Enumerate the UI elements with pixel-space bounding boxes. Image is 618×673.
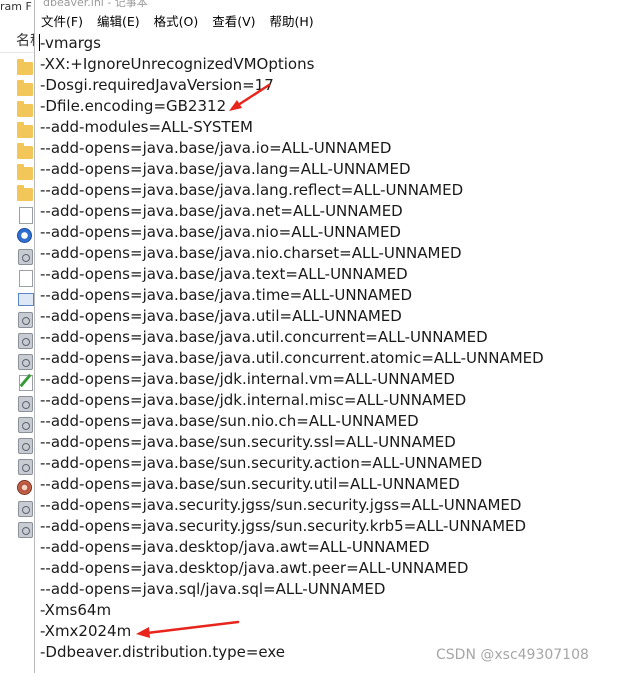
settings-file-icon[interactable] [18, 417, 33, 433]
editor-line: --add-opens=java.base/java.text=ALL-UNNA… [40, 265, 408, 283]
folder-icon[interactable] [17, 164, 33, 180]
settings-file-icon[interactable] [18, 459, 33, 475]
app-icon[interactable] [17, 228, 32, 243]
window-title-bar[interactable]: dbeaver.ini - 记事本 [35, 0, 618, 10]
text-editor-area[interactable]: -vmargs -XX:+IgnoreUnrecognizedVMOptions… [35, 32, 618, 673]
editor-line: --add-opens=java.base/sun.nio.ch=ALL-UNN… [40, 412, 419, 430]
editor-line: -Ddbeaver.distribution.type=exe [40, 643, 286, 661]
editor-line: --add-opens=java.base/java.lang=ALL-UNNA… [40, 160, 411, 178]
window-file-icon[interactable] [18, 293, 34, 306]
explorer-header-divider [0, 52, 34, 53]
editor-line: --add-opens=java.base/sun.security.util=… [40, 475, 460, 493]
editor-line: --add-opens=java.base/jdk.internal.misc=… [40, 391, 467, 409]
editor-line: --add-opens=java.base/jdk.internal.vm=AL… [40, 370, 455, 388]
editor-line: -vmargs [40, 34, 101, 52]
menu-help[interactable]: 帮助(H) [264, 11, 320, 32]
menu-file[interactable]: 文件(F) [35, 11, 89, 32]
settings-file-icon[interactable] [18, 438, 33, 454]
editor-line: --add-opens=java.sql/java.sql=ALL-UNNAME… [40, 580, 386, 598]
menu-format[interactable]: 格式(O) [148, 11, 205, 32]
explorer-title-fragment: ram F [0, 0, 32, 13]
settings-file-icon[interactable] [18, 354, 33, 370]
editor-line: --add-opens=java.base/sun.security.actio… [40, 454, 483, 472]
folder-icon[interactable] [17, 143, 33, 159]
editor-line: --add-opens=java.security.jgss/sun.secur… [40, 517, 527, 535]
editor-line: --add-opens=java.base/java.util=ALL-UNNA… [40, 307, 402, 325]
editor-line: --add-opens=java.base/java.nio.charset=A… [40, 244, 462, 262]
watermark: CSDN @xsc49307108 [436, 647, 589, 663]
editor-line: --add-opens=java.desktop/java.awt.peer=A… [40, 559, 469, 577]
app-icon[interactable] [17, 480, 32, 495]
editor-line: -XX:+IgnoreUnrecognizedVMOptions [40, 55, 315, 73]
settings-file-icon[interactable] [18, 312, 33, 328]
editor-line: --add-opens=java.base/java.util.concurre… [40, 349, 544, 367]
settings-file-icon[interactable] [18, 522, 33, 538]
folder-icon[interactable] [17, 80, 33, 96]
editor-line: --add-opens=java.base/java.util.concurre… [40, 328, 488, 346]
notepad-window: dbeaver.ini - 记事本 文件(F) 编辑(E) 格式(O) 查看(V… [34, 0, 618, 673]
editor-line: --add-modules=ALL-SYSTEM [40, 118, 253, 136]
folder-icon[interactable] [17, 101, 33, 117]
settings-file-icon[interactable] [18, 333, 33, 349]
text-cursor [39, 34, 40, 51]
folder-icon[interactable] [17, 185, 33, 201]
editor-line: -Dosgi.requiredJavaVersion=17 [40, 76, 274, 94]
file-explorer-background: ram F 名称 [0, 0, 34, 673]
menu-view[interactable]: 查看(V) [206, 11, 261, 32]
editor-line: --add-opens=java.base/sun.security.ssl=A… [40, 433, 456, 451]
folder-icon[interactable] [17, 59, 33, 75]
file-icon[interactable] [19, 270, 33, 287]
settings-file-icon[interactable] [18, 501, 33, 517]
editor-line: --add-opens=java.base/java.io=ALL-UNNAME… [40, 139, 392, 157]
editor-line: -Xmx2024m [40, 622, 132, 640]
editor-line: --add-opens=java.desktop/java.awt=ALL-UN… [40, 538, 430, 556]
editor-line: --add-opens=java.base/java.nio=ALL-UNNAM… [40, 223, 401, 241]
explorer-column-header-name[interactable]: 名称 [16, 30, 34, 50]
editor-line: --add-opens=java.security.jgss/sun.secur… [40, 496, 522, 514]
editor-line: -Dfile.encoding=GB2312 [40, 97, 227, 115]
editor-line: --add-opens=java.base/java.time=ALL-UNNA… [40, 286, 413, 304]
editor-line: --add-opens=java.base/java.net=ALL-UNNAM… [40, 202, 403, 220]
folder-icon[interactable] [17, 122, 33, 138]
editor-line: --add-opens=java.base/java.lang.reflect=… [40, 181, 464, 199]
menu-edit[interactable]: 编辑(E) [91, 11, 146, 32]
settings-file-icon[interactable] [18, 396, 33, 412]
menu-bar: 文件(F) 编辑(E) 格式(O) 查看(V) 帮助(H) [35, 11, 618, 32]
window-title: dbeaver.ini - 记事本 [43, 0, 148, 9]
text-file-icon[interactable] [19, 375, 33, 391]
settings-file-icon[interactable] [18, 249, 33, 265]
file-icon[interactable] [19, 207, 33, 224]
editor-line: -Xms64m [40, 601, 112, 619]
